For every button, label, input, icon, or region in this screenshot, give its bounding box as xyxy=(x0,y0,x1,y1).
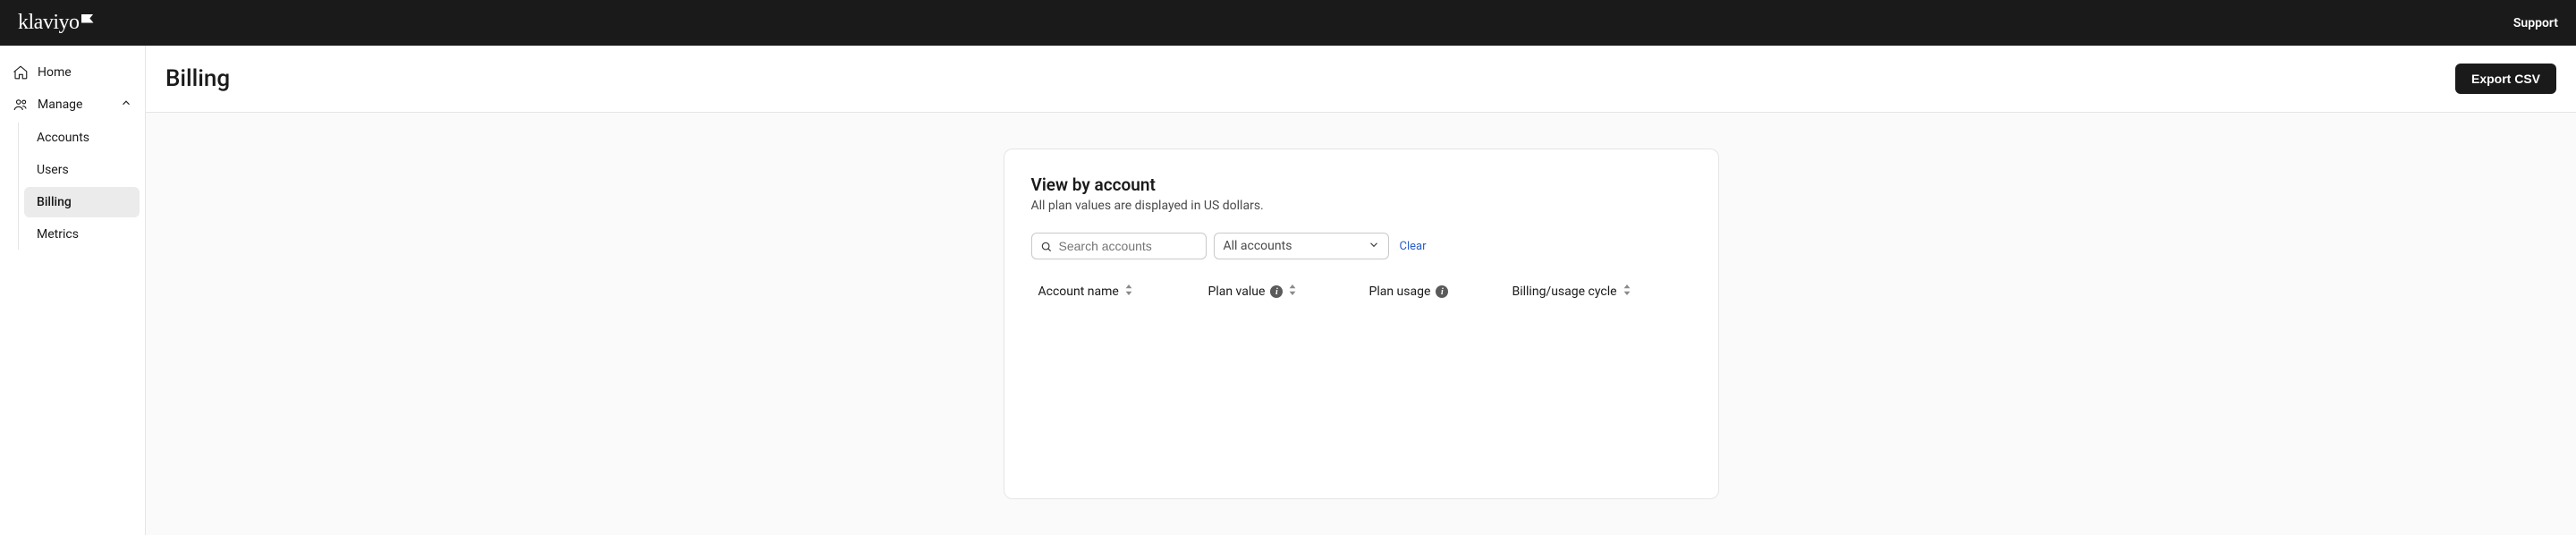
nav-manage-submenu: Accounts Users Billing Metrics xyxy=(18,123,145,250)
search-wrapper xyxy=(1031,233,1207,259)
th-plan-usage-label: Plan usage xyxy=(1369,284,1431,299)
th-billing-cycle-label: Billing/usage cycle xyxy=(1513,284,1617,299)
filter-row: All accounts Clear xyxy=(1031,233,1691,259)
people-icon xyxy=(13,97,29,113)
nav-manage[interactable]: Manage xyxy=(0,89,145,121)
table-header-row: Account name Plan value i Plan usage xyxy=(1031,279,1691,304)
nav-manage-label: Manage xyxy=(38,98,82,112)
clear-filters-link[interactable]: Clear xyxy=(1400,240,1427,253)
home-icon xyxy=(13,64,29,81)
info-icon[interactable]: i xyxy=(1436,285,1448,298)
nav-home[interactable]: Home xyxy=(0,56,145,89)
subnav-users[interactable]: Users xyxy=(24,155,140,185)
brand-logo[interactable]: klaviyo xyxy=(18,11,94,35)
content-area: View by account All plan values are disp… xyxy=(146,113,2576,535)
brand-text: klaviyo xyxy=(18,11,80,35)
sort-icon xyxy=(1623,284,1631,299)
th-account-name-label: Account name xyxy=(1038,284,1119,299)
th-plan-usage: Plan usage i xyxy=(1369,284,1513,299)
search-accounts-input[interactable] xyxy=(1031,233,1207,259)
page-title: Billing xyxy=(165,65,230,92)
nav-home-label: Home xyxy=(38,65,72,80)
card-title: View by account xyxy=(1031,174,1691,195)
th-billing-cycle[interactable]: Billing/usage cycle xyxy=(1513,284,1684,299)
th-account-name[interactable]: Account name xyxy=(1038,284,1208,299)
page-header: Billing Export CSV xyxy=(146,46,2576,113)
account-filter-value: All accounts xyxy=(1214,233,1389,259)
subnav-accounts[interactable]: Accounts xyxy=(24,123,140,153)
billing-card: View by account All plan values are disp… xyxy=(1004,149,1719,499)
support-link[interactable]: Support xyxy=(2513,16,2558,30)
brand-flag-icon xyxy=(81,14,94,23)
search-icon xyxy=(1040,240,1053,252)
sort-icon xyxy=(1124,284,1133,299)
subnav-billing[interactable]: Billing xyxy=(24,187,140,217)
th-plan-value[interactable]: Plan value i xyxy=(1208,284,1369,299)
card-subtitle: All plan values are displayed in US doll… xyxy=(1031,199,1691,213)
sort-icon xyxy=(1288,284,1297,299)
account-filter-select[interactable]: All accounts xyxy=(1214,233,1389,259)
th-plan-value-label: Plan value xyxy=(1208,284,1266,299)
main-area: Billing Export CSV View by account All p… xyxy=(146,46,2576,535)
sidebar: Home Manage Accounts Users Billing Metri… xyxy=(0,46,146,535)
info-icon[interactable]: i xyxy=(1270,285,1283,298)
chevron-up-icon xyxy=(120,97,132,113)
subnav-metrics[interactable]: Metrics xyxy=(24,219,140,250)
top-bar: klaviyo Support xyxy=(0,0,2576,46)
export-csv-button[interactable]: Export CSV xyxy=(2455,64,2556,94)
